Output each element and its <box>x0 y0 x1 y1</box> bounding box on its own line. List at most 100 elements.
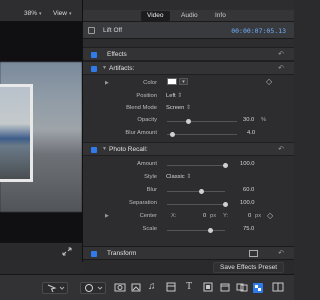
artifacts-enable-checkbox[interactable] <box>91 66 97 72</box>
disclosure-triangle-icon[interactable]: ▼ <box>102 146 107 152</box>
retime-icon <box>85 284 93 292</box>
fullscreen-icon[interactable] <box>62 247 72 256</box>
amount-label: Amount <box>137 161 157 167</box>
style-label: Style <box>144 174 157 180</box>
separation-slider[interactable] <box>167 204 225 205</box>
center-y-value[interactable]: 0 <box>248 213 251 219</box>
view-menu[interactable]: View ▾ <box>53 10 72 17</box>
eyedropper-icon[interactable]: ◇ <box>266 77 272 86</box>
blur-amount-value[interactable]: 4.0 <box>247 130 255 136</box>
center-x-value[interactable]: 0 <box>203 213 206 219</box>
color-swatch[interactable] <box>167 78 177 85</box>
reset-icon[interactable]: ↶ <box>278 50 284 58</box>
chevron-down-icon: ▾ <box>68 11 72 17</box>
blend-mode-label: Blend Mode <box>126 105 157 111</box>
video-preview[interactable] <box>0 22 82 242</box>
amount-slider[interactable] <box>167 165 225 166</box>
blur-amount-slider[interactable] <box>167 134 237 135</box>
artifacts-title: Artifacts: <box>109 65 135 72</box>
blur-value[interactable]: 60.0 <box>243 187 254 193</box>
color-label: Color <box>143 80 157 86</box>
center-x-label: X: <box>171 213 177 219</box>
inspector-content[interactable]: Effects ↶ ▼ Artifacts: ↶ ▶ Color ▾ ◇ Pos… <box>83 42 294 262</box>
transitions-icon[interactable] <box>236 282 248 294</box>
popup-arrows-icon: ⇕ <box>177 93 183 99</box>
scale-value[interactable]: 75.0 <box>243 226 254 232</box>
amount-slider-knob[interactable] <box>222 163 228 168</box>
center-label: Center <box>139 213 157 219</box>
chevron-down-icon <box>59 286 65 290</box>
effects-label: Effects <box>107 51 127 58</box>
onscreen-control-icon[interactable]: ◇ <box>267 211 273 220</box>
effects-browser-icon[interactable] <box>253 283 263 293</box>
opacity-slider-knob[interactable] <box>185 119 191 124</box>
style-row: Style Classic ⇕ <box>83 171 294 183</box>
clip-icon[interactable] <box>166 282 176 294</box>
zoom-value: 38% <box>24 10 38 17</box>
inspector-toggle-icon[interactable] <box>272 282 284 294</box>
inspector-tabs: Video Audio Info <box>83 10 294 22</box>
center-row: ▶ Center X: 0 px Y: 0 px ◇ <box>83 210 294 222</box>
color-picker-chevron-icon[interactable]: ▾ <box>179 78 188 85</box>
position-popup[interactable]: Left ⇕ <box>166 93 182 99</box>
save-effects-preset-button[interactable]: Save Effects Preset <box>213 262 284 273</box>
transform-enable-checkbox[interactable] <box>91 251 97 257</box>
amount-value[interactable]: 100.0 <box>240 161 255 167</box>
center-y-label: Y: <box>223 213 229 219</box>
blur-amount-slider-knob[interactable] <box>170 132 176 137</box>
transform-onscreen-icon[interactable] <box>249 250 258 257</box>
select-tool-button[interactable] <box>42 282 68 294</box>
opacity-value[interactable]: 30.0 <box>243 117 254 123</box>
tab-audio[interactable]: Audio <box>175 11 204 21</box>
scale-label: Scale <box>142 226 157 232</box>
disclosure-triangle-icon[interactable]: ▼ <box>102 65 107 71</box>
tab-info[interactable]: Info <box>209 11 232 21</box>
clip-name: Lift Off <box>103 27 123 34</box>
blur-label: Blur <box>146 187 157 193</box>
popup-arrows-icon: ⇕ <box>186 105 191 111</box>
effects-section: Effects ↶ <box>83 47 294 61</box>
blur-slider[interactable] <box>167 191 225 192</box>
separation-label: Separation <box>128 200 157 206</box>
reset-icon[interactable]: ↶ <box>278 249 284 257</box>
position-row: Position Left ⇕ <box>83 90 294 102</box>
blur-slider-knob[interactable] <box>199 189 205 194</box>
scale-slider-knob[interactable] <box>208 228 213 233</box>
reset-icon[interactable]: ↶ <box>278 64 284 72</box>
arrow-cursor-icon <box>47 284 57 293</box>
photos-icon[interactable] <box>130 282 142 294</box>
photo-recall-enable-checkbox[interactable] <box>91 147 97 153</box>
photo-recall-title: Photo Recall: <box>109 146 148 153</box>
position-label: Position <box>136 93 157 99</box>
music-icon[interactable]: ♫ <box>148 282 158 294</box>
scale-row: Scale 75.0 <box>83 223 294 235</box>
reset-icon[interactable]: ↶ <box>278 145 284 153</box>
clip-icon <box>88 27 95 34</box>
opacity-slider[interactable] <box>167 121 237 122</box>
center-x-unit: px <box>210 213 217 219</box>
amount-row: Amount 100.0 <box>83 158 294 170</box>
color-row: ▶ Color ▾ ◇ <box>83 77 294 89</box>
retime-button[interactable] <box>80 282 106 294</box>
photo-frame-image <box>0 84 33 182</box>
themes-icon[interactable] <box>220 282 230 294</box>
tab-video[interactable]: Video <box>141 11 170 21</box>
center-y-unit: px <box>255 213 262 219</box>
zoom-menu[interactable]: 38% ▾ <box>24 10 42 17</box>
popup-arrows-icon: ⇕ <box>186 174 192 180</box>
main-toolbar: ♫ T <box>0 274 294 300</box>
titles-icon[interactable]: T <box>186 282 198 294</box>
generators-icon[interactable] <box>203 282 213 294</box>
blur-amount-label: Blur Amount <box>125 130 157 136</box>
blend-mode-popup[interactable]: Screen ⇕ <box>166 105 191 111</box>
position-value: Left <box>166 93 176 99</box>
effects-enable-checkbox[interactable] <box>91 52 97 58</box>
scale-slider[interactable] <box>167 230 225 231</box>
style-popup[interactable]: Classic ⇕ <box>166 174 191 180</box>
view-label: View <box>53 10 67 17</box>
opacity-label: Opacity <box>137 117 157 123</box>
camera-icon[interactable] <box>114 282 126 294</box>
separation-slider-knob[interactable] <box>222 202 228 207</box>
separation-value[interactable]: 100.0 <box>240 200 255 206</box>
style-value: Classic <box>166 174 185 180</box>
